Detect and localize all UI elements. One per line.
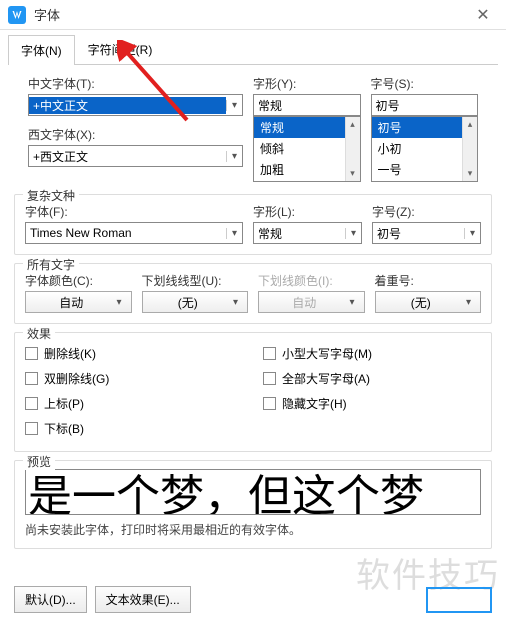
- window-title: 字体: [34, 5, 468, 24]
- chinese-font-label: 中文字体(T):: [28, 75, 243, 92]
- shape-value: 常规: [254, 97, 360, 114]
- chevron-down-icon: ▾: [233, 297, 247, 308]
- hidden-checkbox[interactable]: 隐藏文字(H): [263, 395, 481, 412]
- complex-font-value: Times New Roman: [26, 226, 226, 240]
- chevron-down-icon: ▾: [350, 297, 364, 308]
- scroll-up-icon[interactable]: ▴: [346, 117, 360, 132]
- size-label: 字号(S):: [371, 75, 479, 92]
- chevron-down-icon: ▾: [226, 228, 242, 239]
- scroll-down-icon[interactable]: ▾: [463, 166, 477, 181]
- underline-color-label: 下划线颜色(I):: [258, 272, 365, 289]
- shape-input[interactable]: 常规: [253, 94, 361, 116]
- size-listbox[interactable]: 初号 小初 一号 ▴ ▾: [371, 116, 479, 182]
- footer: 默认(D)... 文本效果(E)...: [0, 576, 506, 623]
- checkbox-box-icon: [25, 347, 38, 360]
- complex-shape-value: 常规: [254, 225, 345, 242]
- chevron-down-icon: ▾: [226, 100, 242, 111]
- western-font-select[interactable]: +西文正文 ▾: [28, 145, 243, 167]
- chevron-down-icon: ▾: [117, 297, 131, 308]
- tab-spacing[interactable]: 字符间距(R): [75, 34, 166, 64]
- default-button[interactable]: 默认(D)...: [14, 586, 87, 613]
- checkbox-box-icon: [25, 372, 38, 385]
- complex-size-label: 字号(Z):: [372, 203, 481, 220]
- complex-font-label: 字体(F):: [25, 203, 243, 220]
- superscript-checkbox[interactable]: 上标(P): [25, 395, 243, 412]
- checkbox-box-icon: [263, 397, 276, 410]
- text-effects-button[interactable]: 文本效果(E)...: [95, 586, 191, 613]
- underline-color-select: 自动 ▾: [258, 291, 365, 313]
- shape-listbox[interactable]: 常规 倾斜 加粗 ▴ ▾: [253, 116, 361, 182]
- dstrike-checkbox[interactable]: 双删除线(G): [25, 370, 243, 387]
- font-color-select[interactable]: 自动 ▾: [25, 291, 132, 313]
- chinese-font-select[interactable]: +中文正文 ▾: [28, 94, 243, 116]
- subscript-checkbox[interactable]: 下标(B): [25, 420, 243, 437]
- primary-action-placeholder[interactable]: [426, 587, 492, 613]
- complex-shape-select[interactable]: 常规 ▾: [253, 222, 362, 244]
- font-color-label: 字体颜色(C):: [25, 272, 132, 289]
- preview-group-title: 预览: [23, 453, 55, 470]
- shape-label: 字形(Y):: [253, 75, 361, 92]
- checkbox-box-icon: [263, 347, 276, 360]
- scroll-up-icon[interactable]: ▴: [463, 117, 477, 132]
- size-value: 初号: [372, 97, 478, 114]
- underline-style-label: 下划线线型(U):: [142, 272, 249, 289]
- western-font-label: 西文字体(X):: [28, 126, 243, 143]
- complex-size-value: 初号: [373, 225, 464, 242]
- complex-size-select[interactable]: 初号 ▾: [372, 222, 481, 244]
- scroll-down-icon[interactable]: ▾: [346, 166, 360, 181]
- chevron-down-icon: ▾: [226, 151, 242, 162]
- checkbox-box-icon: [25, 422, 38, 435]
- chevron-down-icon: ▾: [466, 297, 480, 308]
- checkbox-box-icon: [263, 372, 276, 385]
- strike-checkbox[interactable]: 删除线(K): [25, 345, 243, 362]
- complex-group-title: 复杂文种: [23, 187, 79, 204]
- underline-style-select[interactable]: (无) ▾: [142, 291, 249, 313]
- emphasis-select[interactable]: (无) ▾: [375, 291, 482, 313]
- complex-shape-label: 字形(L):: [253, 203, 362, 220]
- complex-font-select[interactable]: Times New Roman ▾: [25, 222, 243, 244]
- size-input[interactable]: 初号: [371, 94, 479, 116]
- scrollbar[interactable]: ▴ ▾: [345, 117, 360, 181]
- allcaps-checkbox[interactable]: 全部大写字母(A): [263, 370, 481, 387]
- checkbox-box-icon: [25, 397, 38, 410]
- scrollbar[interactable]: ▴ ▾: [462, 117, 477, 181]
- chinese-font-value: +中文正文: [29, 97, 226, 114]
- effects-group-title: 效果: [23, 325, 55, 342]
- alltext-group-title: 所有文字: [23, 256, 79, 273]
- preview-note: 尚未安装此字体，打印时将采用最相近的有效字体。: [25, 521, 481, 538]
- chevron-down-icon: ▾: [464, 228, 480, 239]
- titlebar: 字体 ✕: [0, 0, 506, 30]
- chevron-down-icon: ▾: [345, 228, 361, 239]
- smallcaps-checkbox[interactable]: 小型大写字母(M): [263, 345, 481, 362]
- tab-font[interactable]: 字体(N): [8, 35, 75, 65]
- emphasis-label: 着重号:: [375, 272, 482, 289]
- tabs: 字体(N) 字符间距(R): [8, 34, 498, 65]
- preview-box: 是一个梦，但这个梦: [25, 469, 481, 515]
- close-button[interactable]: ✕: [468, 0, 498, 30]
- western-font-value: +西文正文: [29, 148, 226, 165]
- app-logo-icon: [8, 6, 26, 24]
